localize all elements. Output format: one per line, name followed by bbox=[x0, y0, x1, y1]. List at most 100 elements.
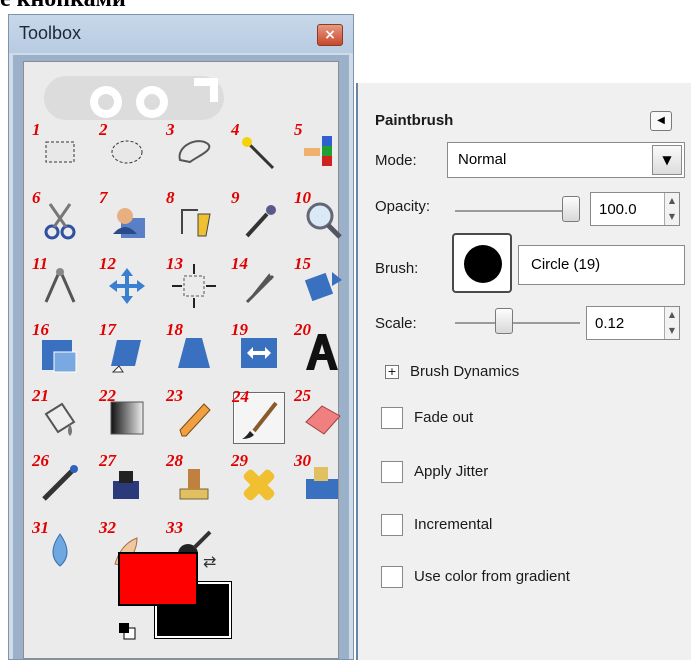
tool-text[interactable]: 20 bbox=[294, 320, 348, 378]
ellipse-select-icon bbox=[111, 140, 143, 164]
tool-number-19: 19 bbox=[231, 320, 248, 339]
brush-name-field[interactable]: Circle (19) bbox=[518, 245, 685, 285]
scale-slider-handle[interactable] bbox=[495, 308, 513, 334]
spin-arrows-icon[interactable]: ▲ ▼ bbox=[664, 307, 679, 339]
spin-arrows-icon[interactable]: ▲ ▼ bbox=[664, 193, 679, 225]
tool-eraser[interactable]: 25 bbox=[294, 386, 348, 444]
tool-number-7: 7 bbox=[99, 188, 108, 207]
options-title: Paintbrush bbox=[375, 112, 454, 129]
foreground-select-icon bbox=[113, 208, 145, 238]
tool-number-4: 4 bbox=[231, 120, 240, 139]
tool-select-by-color[interactable]: 5 bbox=[294, 120, 348, 178]
tool-number-3: 3 bbox=[166, 120, 175, 139]
tool-zoom[interactable]: 10 bbox=[294, 188, 348, 246]
tool-number-29: 29 bbox=[231, 451, 248, 470]
opacity-slider-track[interactable] bbox=[455, 210, 575, 212]
tool-rect-select[interactable]: 1 bbox=[32, 120, 86, 178]
incremental-label: Incremental bbox=[414, 516, 493, 533]
scale-spinbutton[interactable]: 0.12 ▲ ▼ bbox=[586, 306, 680, 340]
tool-clone[interactable]: 28 bbox=[166, 451, 220, 509]
tool-number-32: 32 bbox=[99, 518, 116, 537]
tool-flip[interactable]: 19 bbox=[231, 320, 285, 378]
tool-number-12: 12 bbox=[99, 254, 116, 273]
tool-measure[interactable]: 11 bbox=[32, 254, 86, 312]
tool-shear[interactable]: 17 bbox=[99, 320, 153, 378]
scale-label: Scale: bbox=[375, 315, 417, 332]
scale-value: 0.12 bbox=[595, 315, 625, 332]
use-color-from-gradient-label: Use color from gradient bbox=[414, 568, 570, 585]
scale-slider-track[interactable] bbox=[455, 322, 580, 324]
tool-number-9: 9 bbox=[231, 188, 240, 207]
tool-fuzzy-select[interactable]: 4 bbox=[231, 120, 285, 178]
chevron-down-icon[interactable]: ▼ bbox=[652, 145, 682, 175]
color-picker-icon bbox=[245, 205, 276, 238]
rect-select-icon bbox=[45, 141, 75, 163]
tool-number-1: 1 bbox=[32, 120, 41, 139]
tool-paintbrush[interactable]: 24 bbox=[232, 387, 285, 444]
opacity-spinbutton[interactable]: 100.0 ▲ ▼ bbox=[590, 192, 680, 226]
brush-circle-icon bbox=[464, 245, 502, 283]
tool-number-23: 23 bbox=[166, 386, 183, 405]
tool-number-30: 30 bbox=[294, 451, 311, 470]
paths-icon bbox=[181, 209, 211, 237]
fade-out-label: Fade out bbox=[414, 409, 474, 426]
gimp-logo bbox=[44, 76, 224, 120]
tool-free-select[interactable]: 3 bbox=[166, 120, 220, 178]
tool-rotate[interactable]: 15 bbox=[294, 254, 348, 312]
swap-colors-icon[interactable]: ⇄ bbox=[203, 552, 216, 571]
tool-scissors-select[interactable]: 6 bbox=[32, 188, 86, 246]
brush-dynamics-label[interactable]: Brush Dynamics bbox=[410, 363, 519, 380]
tool-number-8: 8 bbox=[166, 188, 175, 207]
tool-number-24: 24 bbox=[232, 387, 249, 406]
toolbox-title: Toolbox bbox=[19, 23, 82, 43]
tool-number-20: 20 bbox=[294, 320, 311, 339]
tool-color-picker[interactable]: 9 bbox=[231, 188, 285, 246]
tool-number-18: 18 bbox=[166, 320, 183, 339]
tool-number-10: 10 bbox=[294, 188, 311, 207]
brush-name: Circle (19) bbox=[531, 256, 601, 273]
opacity-slider-handle[interactable] bbox=[562, 196, 580, 222]
select-by-color-icon bbox=[304, 136, 332, 166]
use-color-from-gradient-checkbox[interactable] bbox=[381, 566, 403, 588]
tool-heal[interactable]: 29 bbox=[231, 451, 285, 509]
tool-number-16: 16 bbox=[32, 320, 49, 339]
toolbox-titlebar[interactable]: Toolbox × bbox=[9, 15, 353, 53]
tool-bucket-fill[interactable]: 21 bbox=[32, 386, 86, 444]
tool-blur[interactable]: 31 bbox=[32, 518, 86, 576]
tool-number-27: 27 bbox=[99, 451, 116, 470]
close-button[interactable]: × bbox=[317, 24, 343, 46]
tool-scale[interactable]: 16 bbox=[32, 320, 86, 378]
tool-number-15: 15 bbox=[294, 254, 311, 273]
reset-colors-icon[interactable] bbox=[118, 622, 136, 640]
tool-ink[interactable]: 27 bbox=[99, 451, 153, 509]
tool-paths[interactable]: 8 bbox=[166, 188, 220, 246]
tool-alignment[interactable]: 13 bbox=[166, 254, 220, 312]
panel-menu-button[interactable]: ◀ bbox=[650, 111, 672, 131]
foreground-color-swatch[interactable] bbox=[118, 552, 198, 606]
tool-blend[interactable]: 22 bbox=[99, 386, 153, 444]
fuzzy-select-icon bbox=[242, 137, 275, 170]
mode-dropdown[interactable]: Normal ▼ bbox=[447, 142, 685, 178]
tool-airbrush[interactable]: 26 bbox=[32, 451, 86, 509]
scissors-select-icon bbox=[44, 203, 76, 240]
tool-number-13: 13 bbox=[166, 254, 183, 273]
brush-preview-button[interactable] bbox=[452, 233, 512, 293]
tool-pencil[interactable]: 23 bbox=[166, 386, 220, 444]
incremental-checkbox[interactable] bbox=[381, 514, 403, 536]
tool-perspective-clone[interactable]: 30 bbox=[294, 451, 348, 509]
fade-out-checkbox[interactable] bbox=[381, 407, 403, 429]
tool-foreground-select[interactable]: 7 bbox=[99, 188, 153, 246]
apply-jitter-checkbox[interactable] bbox=[381, 461, 403, 483]
tool-move[interactable]: 12 bbox=[99, 254, 153, 312]
expand-icon[interactable]: + bbox=[385, 365, 399, 379]
opacity-value: 100.0 bbox=[599, 201, 637, 218]
tool-perspective[interactable]: 18 bbox=[166, 320, 220, 378]
tool-crop[interactable]: 14 bbox=[231, 254, 285, 312]
tool-ellipse-select[interactable]: 2 bbox=[99, 120, 153, 178]
tool-number-14: 14 bbox=[231, 254, 248, 273]
tool-number-21: 21 bbox=[32, 386, 49, 405]
tool-number-25: 25 bbox=[294, 386, 311, 405]
tool-number-5: 5 bbox=[294, 120, 303, 139]
apply-jitter-label: Apply Jitter bbox=[414, 463, 489, 480]
tool-number-22: 22 bbox=[99, 386, 116, 405]
